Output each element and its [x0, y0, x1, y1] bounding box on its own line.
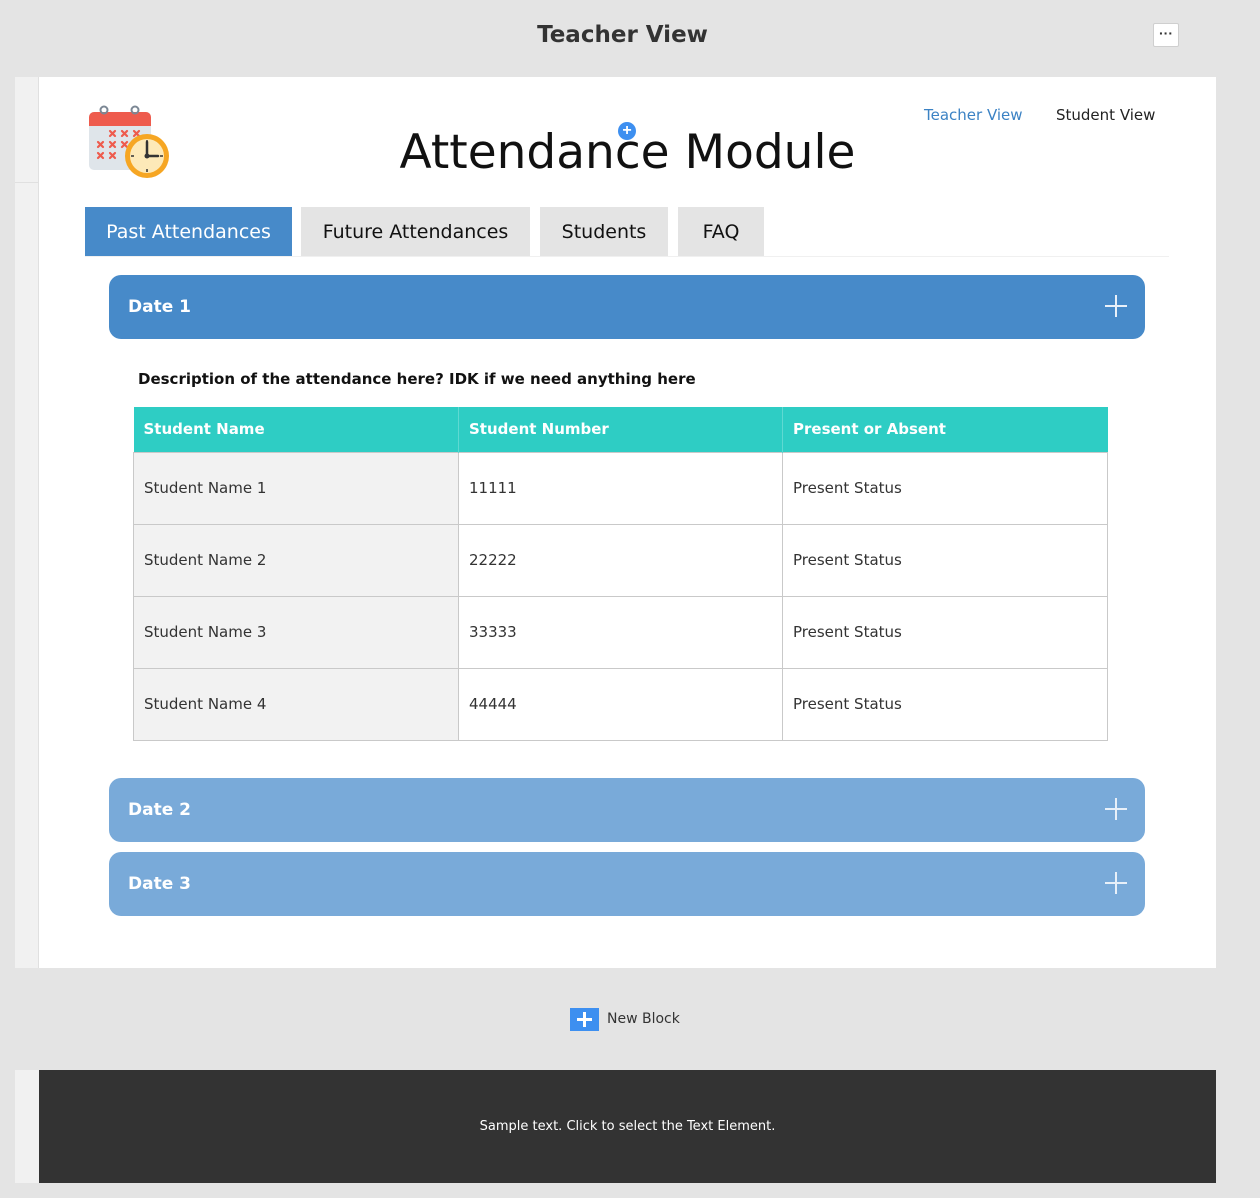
status-cell: Present Status	[782, 451, 1108, 525]
table-row: Student Name 3 33333 Present Status	[133, 595, 1108, 669]
tab-students[interactable]: Students	[540, 207, 668, 257]
column-header-student-name: Student Name	[133, 407, 459, 452]
status-cell: Present Status	[782, 523, 1108, 597]
plus-icon	[1105, 872, 1127, 894]
accordion-date-2[interactable]: Date 2	[109, 778, 1145, 842]
page-content: Attendance Module + Teacher View Student…	[39, 77, 1216, 968]
student-view-link[interactable]: Student View	[1056, 106, 1155, 124]
tab-faq[interactable]: FAQ	[678, 207, 764, 257]
student-number-cell: 22222	[458, 523, 783, 597]
column-header-present-absent: Present or Absent	[782, 407, 1108, 452]
tab-future-attendances[interactable]: Future Attendances	[301, 207, 530, 257]
table-row: Student Name 4 44444 Present Status	[133, 667, 1108, 741]
new-block-button[interactable]: New Block	[570, 1007, 680, 1031]
student-name-cell: Student Name 2	[133, 523, 459, 597]
accordion-date-3[interactable]: Date 3	[109, 852, 1145, 916]
plus-icon	[1105, 295, 1127, 317]
left-gutter	[15, 77, 39, 968]
table-row: Student Name 2 22222 Present Status	[133, 523, 1108, 597]
attendance-table: Student Name Student Number Present or A…	[133, 407, 1108, 741]
accordion-label: Date 2	[128, 800, 191, 820]
ellipsis-icon: ···	[1159, 25, 1173, 41]
accordion-label: Date 1	[128, 297, 191, 317]
status-cell: Present Status	[782, 667, 1108, 741]
add-element-icon[interactable]: +	[618, 122, 636, 140]
new-block-label: New Block	[607, 1011, 680, 1027]
status-cell: Present Status	[782, 595, 1108, 669]
column-header-student-number: Student Number	[458, 407, 783, 452]
student-number-cell: 33333	[458, 595, 783, 669]
student-name-cell: Student Name 3	[133, 595, 459, 669]
attendance-description: Description of the attendance here? IDK …	[138, 370, 696, 388]
plus-icon	[1105, 798, 1127, 820]
plus-icon	[570, 1007, 599, 1031]
tab-past-attendances[interactable]: Past Attendances	[85, 207, 292, 257]
accordion-label: Date 3	[128, 874, 191, 894]
footer-block: Sample text. Click to select the Text El…	[39, 1070, 1216, 1183]
student-name-cell: Student Name 1	[133, 451, 459, 525]
accordion-date-1[interactable]: Date 1	[109, 275, 1145, 339]
student-number-cell: 44444	[458, 667, 783, 741]
more-options-button[interactable]: ···	[1153, 23, 1179, 47]
footer-gutter	[15, 1070, 39, 1183]
table-row: Student Name 1 11111 Present Status	[133, 451, 1108, 525]
student-number-cell: 11111	[458, 451, 783, 525]
footer-text[interactable]: Sample text. Click to select the Text El…	[480, 1119, 776, 1134]
tab-bar: Past Attendances Future Attendances Stud…	[85, 207, 1169, 257]
table-header-row: Student Name Student Number Present or A…	[133, 407, 1108, 452]
window-title: Teacher View	[537, 22, 708, 48]
teacher-view-link[interactable]: Teacher View	[924, 106, 1023, 124]
student-name-cell: Student Name 4	[133, 667, 459, 741]
